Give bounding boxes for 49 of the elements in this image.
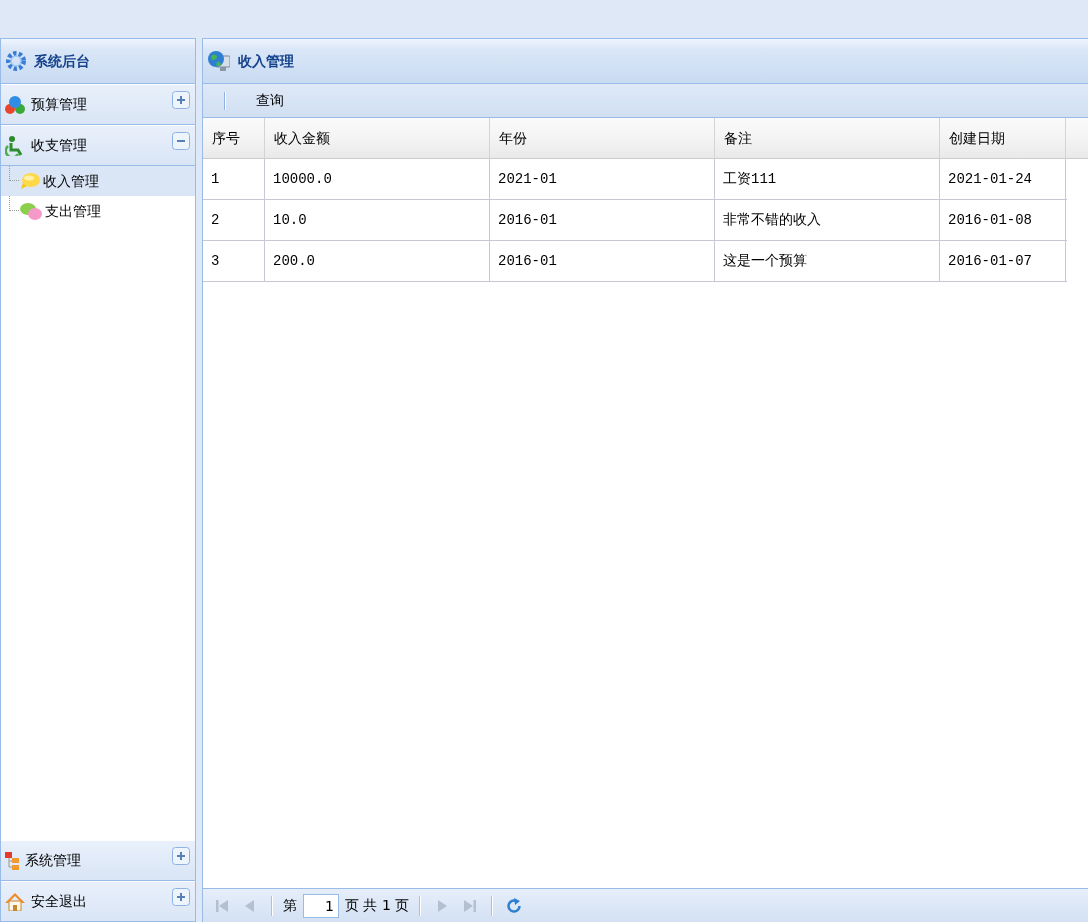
section-label: 安全退出 <box>31 892 87 911</box>
section-label: 系统管理 <box>25 851 81 870</box>
table-cell: 2016-01-08 <box>940 200 1066 240</box>
table-cell: 10.0 <box>265 200 490 240</box>
table-cell: 2016-01 <box>490 200 715 240</box>
accordion-header[interactable]: 预算管理 <box>1 84 195 125</box>
accordion-header[interactable]: 系统管理 <box>1 840 195 881</box>
table-cell: 10000.0 <box>265 159 490 199</box>
gear-icon <box>6 51 26 71</box>
column-header: 年份 <box>490 118 715 158</box>
speech-bubble-icon <box>20 173 40 189</box>
table-cell: 2021-01-24 <box>940 159 1066 199</box>
table-cell: 这是一个预算 <box>715 241 940 281</box>
wheelchair-icon <box>5 135 25 156</box>
table-cell: 2 <box>203 200 265 240</box>
plus-icon[interactable] <box>172 847 190 865</box>
section-label: 收支管理 <box>31 136 87 155</box>
pager-label: 页 共 1 页 <box>345 896 410 915</box>
tree-item[interactable]: 收入管理 <box>1 166 195 196</box>
table-cell: 200.0 <box>265 241 490 281</box>
table-cell: 3 <box>203 241 265 281</box>
column-header: 序号 <box>203 118 265 158</box>
accordion-header[interactable]: 安全退出 <box>1 881 195 922</box>
table-cell: 1 <box>203 159 265 199</box>
table-cell: 工资111 <box>715 159 940 199</box>
table-cell: 2016-01-07 <box>940 241 1066 281</box>
page-number-input[interactable]: 1 <box>303 893 339 918</box>
plus-icon[interactable] <box>172 91 190 109</box>
refresh-icon[interactable] <box>506 897 523 914</box>
table-cell: 2021-01 <box>490 159 715 199</box>
section-label: 预算管理 <box>31 95 87 114</box>
minus-icon[interactable] <box>172 132 190 150</box>
column-header: 收入金额 <box>265 118 490 158</box>
column-header: 创建日期 <box>940 118 1066 158</box>
colored-spheres-icon <box>5 95 25 114</box>
panel-title: 收入管理 <box>238 51 294 71</box>
table-cell: 2016-01 <box>490 241 715 281</box>
plus-icon[interactable] <box>172 888 190 906</box>
hierarchy-icon <box>5 851 19 870</box>
table-cell: 非常不错的收入 <box>715 200 940 240</box>
toolbar-button[interactable]: 查询 <box>248 88 292 113</box>
globe-monitor-icon <box>208 51 230 71</box>
column-header: 备注 <box>715 118 940 158</box>
pager-label: 第 <box>283 896 297 915</box>
panel-title: 系统后台 <box>34 51 90 71</box>
house-icon <box>5 892 25 911</box>
chat-bubbles-icon <box>20 202 42 220</box>
accordion-header[interactable]: 收支管理 <box>1 125 195 166</box>
tree-item[interactable]: 支出管理 <box>1 196 195 226</box>
